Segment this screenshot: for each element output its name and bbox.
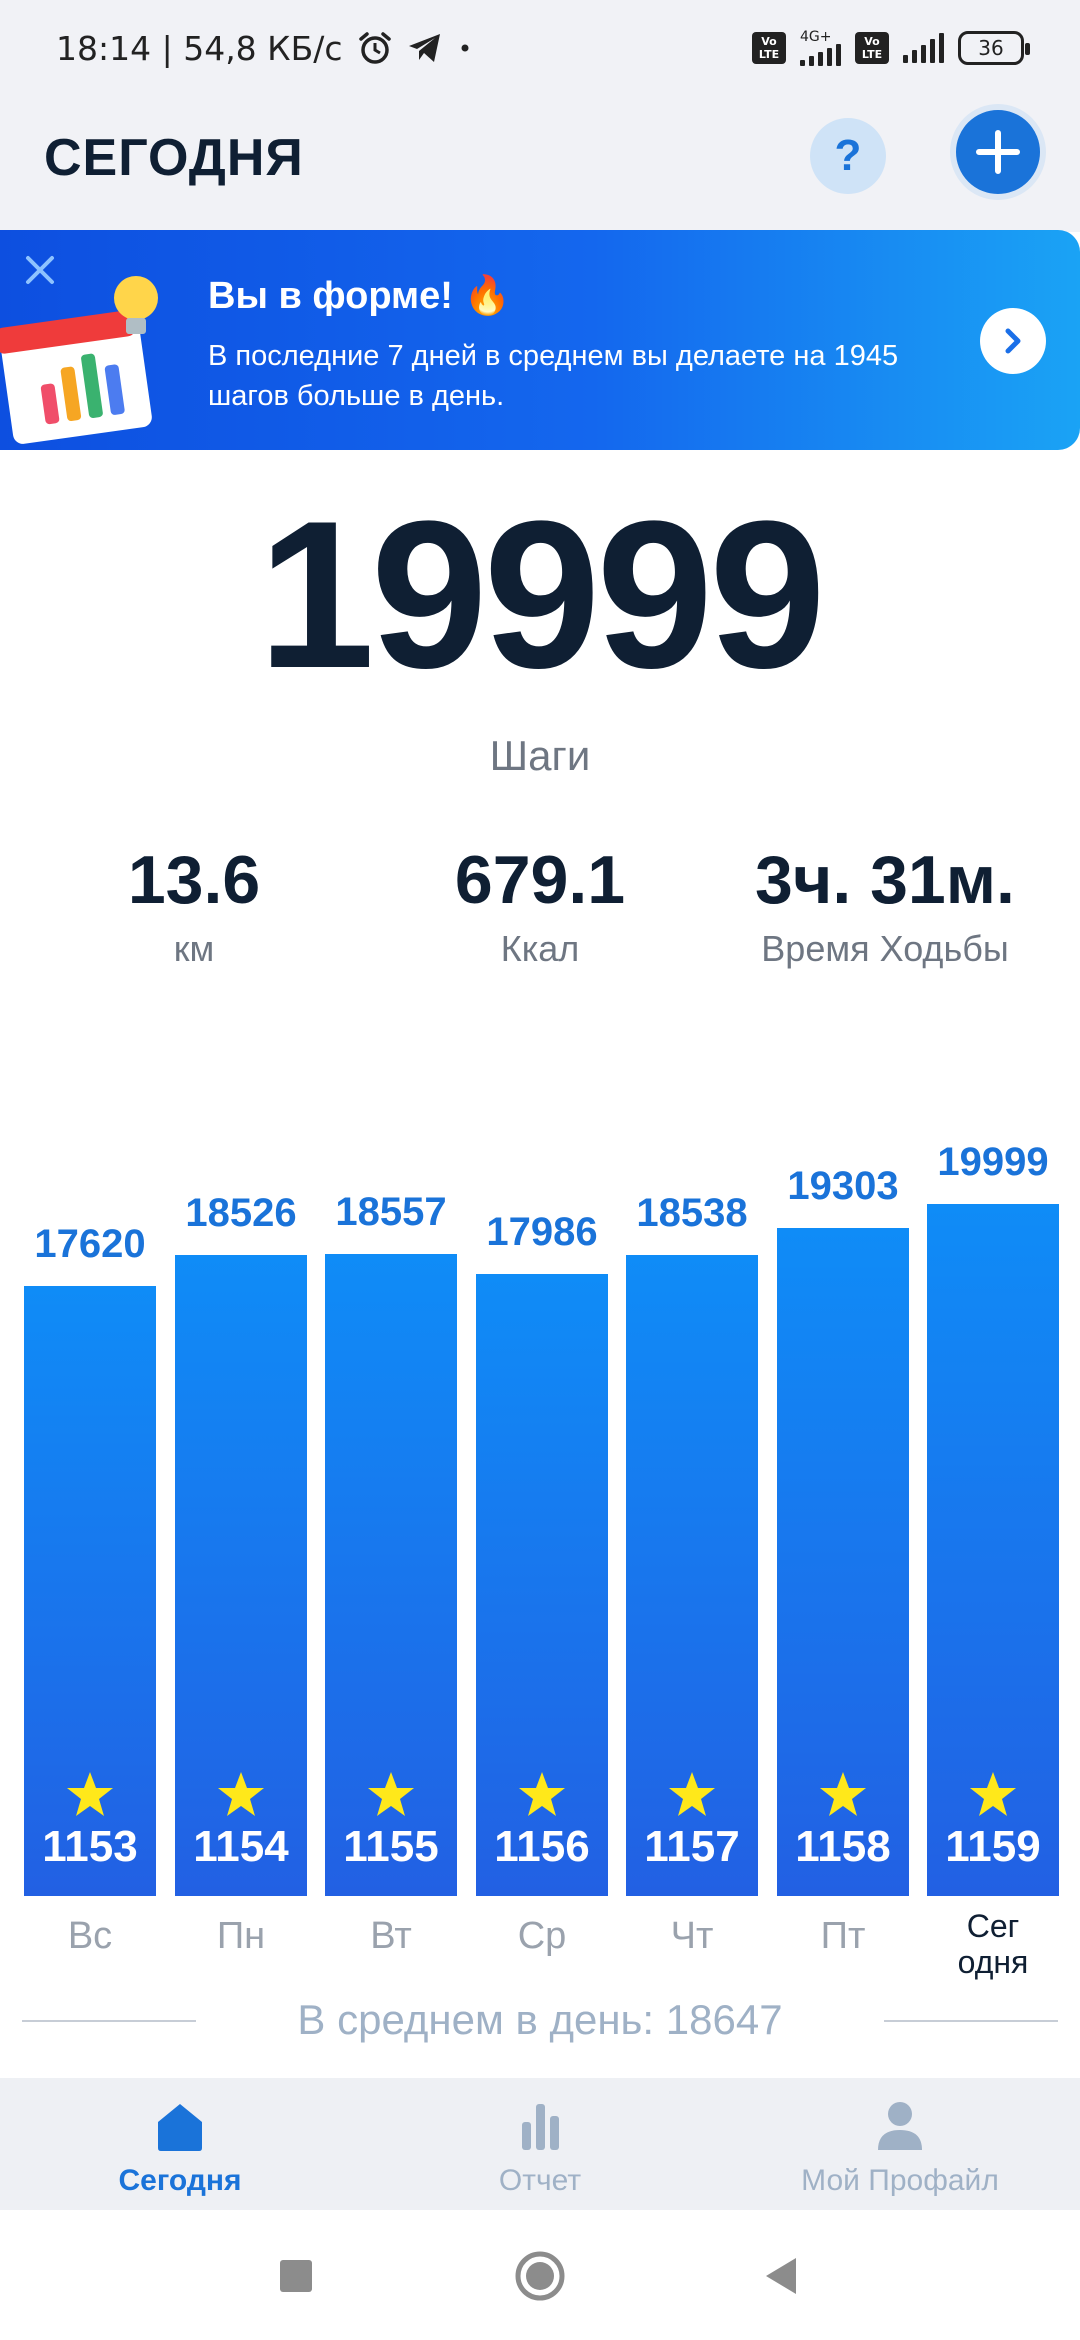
star-icon [67, 1772, 113, 1816]
network-type-label: 4G+ [800, 29, 832, 45]
recent-apps-icon[interactable] [268, 2248, 324, 2304]
day-label-wed: Ср [517, 1915, 567, 1957]
fitness-banner[interactable]: Вы в форме! 🔥 В последние 7 дней в средн… [0, 230, 1080, 450]
day-label-today-line1: Сег [966, 1908, 1020, 1944]
alarm-icon [357, 30, 393, 66]
bottom-navigation: Сегодня Отчет Мой Профайл [0, 2078, 1080, 2210]
plus-icon [976, 130, 1020, 174]
telegram-icon [407, 32, 443, 64]
star-icon [368, 1772, 414, 1816]
calories-unit: Ккал [500, 928, 580, 969]
mobile-data-icon: 4G+ [800, 30, 841, 66]
chevron-right-icon [1005, 328, 1021, 354]
day-label-fri: Пт [820, 1915, 866, 1957]
more-notifications-icon [457, 40, 473, 56]
bar-chart-icon [522, 2104, 559, 2150]
banner-text: В последние 7 дней в среднем вы делаете … [208, 340, 899, 412]
distance-unit: км [173, 928, 215, 969]
steps-label: Шаги [489, 732, 591, 779]
distance-value: 13.6 [127, 842, 261, 918]
volte-icon-2: Vo LTE [855, 32, 889, 64]
star-icon [519, 1772, 565, 1816]
day-label-mon: Пн [216, 1915, 266, 1957]
bar-count-label: 1156 [494, 1822, 590, 1871]
distance-stat: 13.6 км [74, 840, 314, 970]
nav-today-label: Сегодня [118, 2164, 242, 2197]
bar-count-label: 1157 [644, 1822, 740, 1871]
bar-value-label: 17986 [486, 1210, 598, 1254]
signal-icon-2 [903, 33, 944, 63]
bar-value-label: 18538 [636, 1191, 748, 1235]
walking-time-label: Время Ходьбы [761, 928, 1009, 969]
volte-icon: Vo LTE [752, 32, 786, 64]
bar-count-label: 1159 [945, 1822, 1041, 1871]
help-icon: ? [834, 131, 862, 180]
daily-average: В среднем в день: 18647 [297, 1996, 783, 2043]
bar-count-label: 1155 [343, 1822, 439, 1871]
nav-report[interactable]: Отчет [390, 2098, 690, 2198]
banner-open-button[interactable] [980, 308, 1046, 374]
person-icon [878, 2102, 922, 2150]
signal-icon [800, 44, 841, 66]
star-icon [669, 1772, 715, 1816]
calories-value: 679.1 [454, 842, 626, 918]
help-button[interactable]: ? [810, 118, 886, 194]
battery-level: 36 [978, 36, 1004, 60]
back-icon[interactable] [754, 2248, 810, 2304]
bar-count-label: 1154 [193, 1822, 289, 1871]
day-label-today: Сег одня [918, 1908, 1068, 1980]
bar-value-label: 18526 [185, 1191, 297, 1235]
star-icon [970, 1772, 1016, 1816]
nav-report-label: Отчет [498, 2164, 582, 2197]
bar-count-label: 1153 [42, 1822, 138, 1871]
bar-value-label: 19999 [937, 1140, 1049, 1184]
star-icon [218, 1772, 264, 1816]
weekly-steps-chart: 17620 18526 18557 17986 18538 19303 1999… [0, 1060, 1080, 1980]
day-label-sun: Вс [67, 1915, 113, 1957]
system-navigation-bar [0, 2210, 1080, 2340]
bar-value-label: 19303 [787, 1164, 899, 1208]
home-button-icon[interactable] [512, 2248, 568, 2304]
status-bar: 18:14 | 54,8 КБ/с Vo LTE 4G+ Vo LTE 36 [0, 0, 1080, 96]
nav-profile[interactable]: Мой Профайл [750, 2098, 1050, 2198]
battery-icon: 36 [958, 31, 1030, 65]
bar-value-label: 18557 [335, 1190, 447, 1234]
home-icon [158, 2104, 202, 2151]
bar-count-label: 1158 [795, 1822, 891, 1871]
calories-stat: 679.1 Ккал [420, 840, 660, 970]
day-label-thu: Чт [670, 1915, 714, 1957]
walking-time-stat: 3ч. 31м. Время Ходьбы [730, 840, 1040, 970]
bar-value-label: 17620 [34, 1222, 146, 1266]
calendar-chart-icon [0, 276, 158, 444]
day-label-today-line2: одня [957, 1944, 1029, 1980]
status-time: 18:14 | 54,8 КБ/с [56, 28, 343, 68]
star-icon [820, 1772, 866, 1816]
add-button[interactable] [950, 104, 1046, 200]
day-label-tue: Вт [370, 1915, 412, 1957]
nav-today[interactable]: Сегодня [30, 2098, 330, 2198]
app-header: СЕГОДНЯ ? [0, 96, 1080, 232]
banner-title: Вы в форме! 🔥 [208, 275, 511, 317]
nav-profile-label: Мой Профайл [801, 2164, 999, 2197]
walking-time-value: 3ч. 31м. [755, 842, 1015, 918]
steps-count: 19999 [258, 477, 826, 712]
page-title: СЕГОДНЯ [44, 129, 304, 187]
